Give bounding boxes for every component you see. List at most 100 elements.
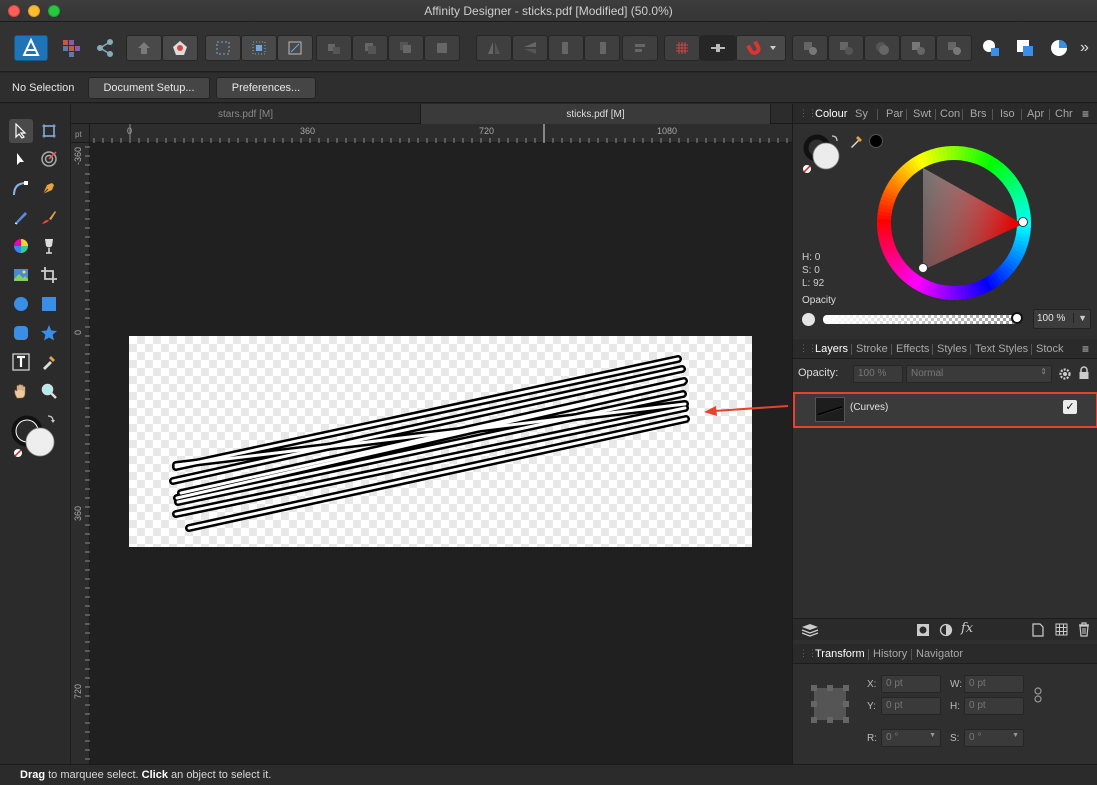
- tab-effects[interactable]: Effects: [896, 343, 929, 355]
- shear-field[interactable]: 0 ° ▼: [964, 729, 1024, 747]
- arrange-backward-icon[interactable]: [352, 35, 388, 61]
- tab-sticks-pdf[interactable]: sticks.pdf [M]: [421, 104, 771, 124]
- transparency-tool-icon[interactable]: [37, 234, 61, 258]
- rotate-left-icon[interactable]: [548, 35, 584, 61]
- panel-menu-icon[interactable]: ≡: [1082, 342, 1089, 356]
- color-picker-tool-icon[interactable]: [37, 350, 61, 374]
- pen-tool-icon[interactable]: [37, 176, 61, 200]
- flip-vertical-icon[interactable]: [512, 35, 548, 61]
- lock-icon[interactable]: [1078, 366, 1090, 380]
- mask-icon[interactable]: [916, 623, 930, 637]
- assistant-icon[interactable]: [162, 35, 198, 61]
- x-field[interactable]: 0 pt: [881, 675, 941, 693]
- blend-mode-select[interactable]: Normal ⇕: [906, 365, 1052, 383]
- boolean-add-icon[interactable]: [792, 35, 828, 61]
- sticks-curves[interactable]: [129, 336, 752, 547]
- layer-opacity-field[interactable]: 100 %: [853, 365, 903, 383]
- fill-tool-icon[interactable]: [9, 234, 33, 258]
- y-field[interactable]: 0 pt: [881, 697, 941, 715]
- tab-character[interactable]: Chr: [1055, 108, 1073, 120]
- opacity-slider-handle[interactable]: [1011, 312, 1023, 324]
- tab-history[interactable]: History: [873, 648, 907, 660]
- tab-stars-pdf[interactable]: stars.pdf [M]: [71, 104, 421, 124]
- place-image-tool-icon[interactable]: [9, 263, 33, 287]
- rotation-field[interactable]: 0 ° ▼: [881, 729, 941, 747]
- arrange-forward-icon[interactable]: [126, 35, 162, 61]
- tab-transform[interactable]: Transform: [815, 648, 865, 660]
- snapping-grid-icon[interactable]: [664, 35, 700, 61]
- effects-fx-icon[interactable]: fx: [961, 621, 973, 636]
- tab-symbols[interactable]: Sy: [855, 108, 868, 120]
- rotate-right-icon[interactable]: [584, 35, 620, 61]
- flip-horizontal-icon[interactable]: [476, 35, 512, 61]
- star-tool-icon[interactable]: [37, 321, 61, 345]
- adjustment-icon[interactable]: [939, 623, 953, 637]
- anchor-selector-icon[interactable]: [809, 683, 851, 725]
- tab-navigator[interactable]: Navigator: [916, 648, 963, 660]
- boolean-xor-icon[interactable]: [900, 35, 936, 61]
- alignment-icon[interactable]: [622, 35, 658, 61]
- layer-visibility-checkbox[interactable]: ✓: [1063, 400, 1077, 414]
- zoom-tool-icon[interactable]: [37, 379, 61, 403]
- opacity-value-field[interactable]: 100 % ▼: [1033, 309, 1091, 329]
- tab-colour[interactable]: Colour: [815, 108, 847, 120]
- document-setup-button[interactable]: Document Setup...: [88, 77, 210, 99]
- panel-menu-icon[interactable]: ≡: [1082, 107, 1089, 121]
- colour-wheel[interactable]: [877, 146, 1031, 300]
- toolbar-overflow-button[interactable]: »: [1080, 39, 1089, 57]
- arrange-front-icon[interactable]: [388, 35, 424, 61]
- arrange-back-icon[interactable]: [316, 35, 352, 61]
- geometry-intersect-icon[interactable]: [1042, 35, 1076, 61]
- add-pixel-layer-icon[interactable]: [1055, 623, 1068, 636]
- tab-brushes[interactable]: Brs: [970, 108, 987, 120]
- canvas-area[interactable]: [90, 143, 792, 764]
- layer-row-curves[interactable]: (Curves) ✓: [793, 392, 1097, 428]
- tab-paragraph[interactable]: Par: [886, 108, 903, 120]
- w-field[interactable]: 0 pt: [964, 675, 1024, 693]
- add-layer-icon[interactable]: [1032, 623, 1044, 637]
- artboard-tool-icon[interactable]: [37, 119, 61, 143]
- tab-constraints[interactable]: Con: [940, 108, 960, 120]
- view-tool-icon[interactable]: [9, 379, 33, 403]
- export-persona-icon[interactable]: [92, 35, 118, 61]
- link-proportions-icon[interactable]: [1033, 687, 1043, 703]
- h-field[interactable]: 0 pt: [964, 697, 1024, 715]
- snapping-magnet-icon[interactable]: [736, 35, 786, 61]
- snap-bounds-icon[interactable]: [241, 35, 277, 61]
- ellipse-tool-icon[interactable]: [9, 292, 33, 316]
- layer-settings-gear-icon[interactable]: [1058, 367, 1072, 381]
- arrange-top-icon[interactable]: [424, 35, 460, 61]
- preferences-button[interactable]: Preferences...: [216, 77, 316, 99]
- crop-tool-icon[interactable]: [37, 263, 61, 287]
- designer-persona-icon[interactable]: [14, 35, 48, 61]
- geometry-add-icon[interactable]: [974, 35, 1008, 61]
- move-tool-icon[interactable]: [9, 119, 33, 143]
- rectangle-tool-icon[interactable]: [37, 292, 61, 316]
- tab-isometric[interactable]: Iso: [1000, 108, 1015, 120]
- snap-to-line-icon[interactable]: [700, 35, 736, 61]
- pixel-persona-icon[interactable]: [58, 35, 84, 61]
- pencil-tool-icon[interactable]: [9, 205, 33, 229]
- text-tool-icon[interactable]: [9, 350, 33, 374]
- boolean-intersect-icon[interactable]: [864, 35, 900, 61]
- artboard[interactable]: [129, 336, 752, 547]
- trash-icon[interactable]: [1078, 622, 1090, 637]
- contour-tool-icon[interactable]: [37, 147, 61, 171]
- node-tool-icon[interactable]: [9, 147, 33, 171]
- geometry-subtract-icon[interactable]: [1008, 35, 1042, 61]
- boolean-divide-icon[interactable]: [936, 35, 972, 61]
- corner-tool-icon[interactable]: [9, 176, 33, 200]
- tab-layers[interactable]: Layers: [815, 343, 848, 355]
- layers-stack-icon[interactable]: [801, 623, 819, 637]
- tab-styles[interactable]: Styles: [937, 343, 967, 355]
- transform-icon[interactable]: [277, 35, 313, 61]
- tab-text-styles[interactable]: Text Styles: [975, 343, 1028, 355]
- rounded-rectangle-tool-icon[interactable]: [9, 321, 33, 345]
- tab-appearance[interactable]: Apr: [1027, 108, 1044, 120]
- fill-stroke-swatch-icon[interactable]: [801, 132, 845, 176]
- opacity-dropdown-icon[interactable]: ▼: [1073, 313, 1087, 323]
- opacity-slider[interactable]: [823, 315, 1019, 324]
- tab-swatches[interactable]: Swt: [913, 108, 931, 120]
- eyedropper-icon[interactable]: [849, 133, 865, 149]
- tab-stock[interactable]: Stock: [1036, 343, 1064, 355]
